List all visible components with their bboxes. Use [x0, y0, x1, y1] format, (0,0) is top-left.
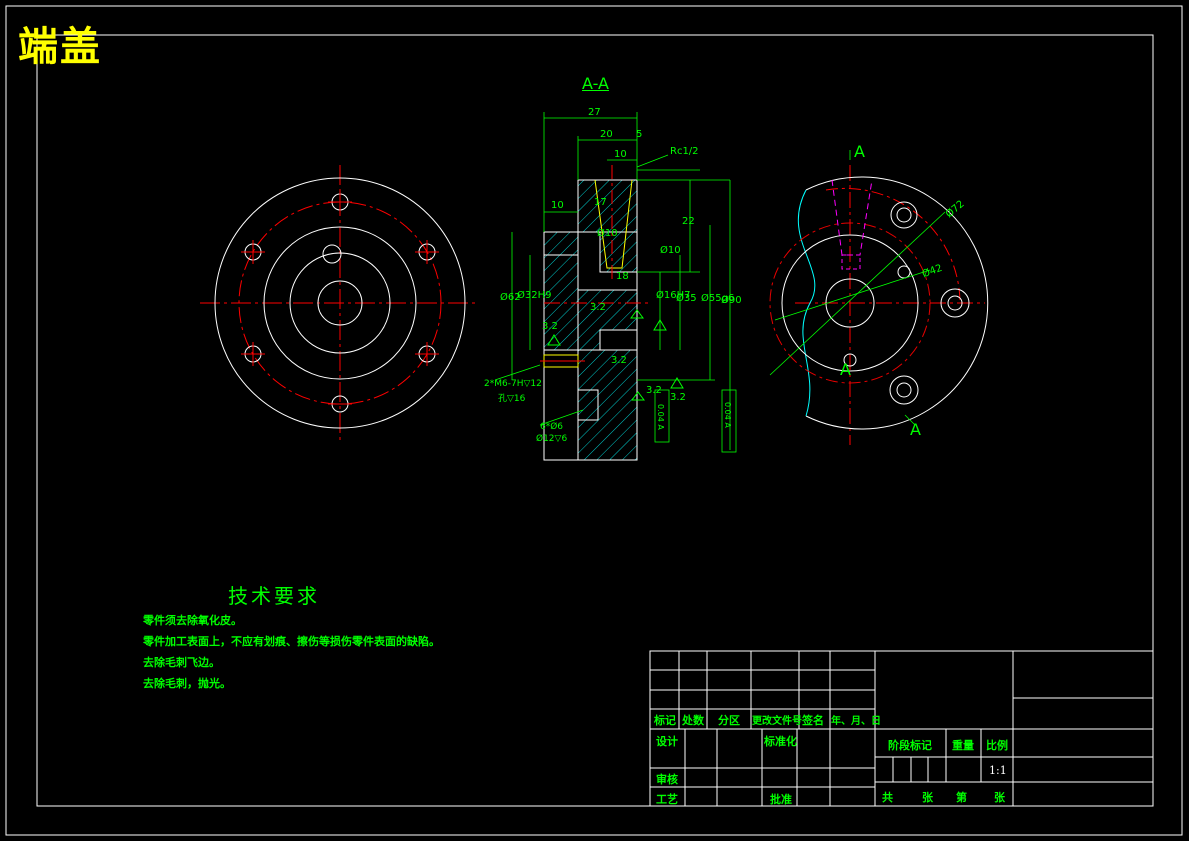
right-view	[769, 150, 989, 445]
roughness-b: 3.2	[590, 302, 606, 313]
dim-phi32: Ø32H9	[517, 290, 552, 301]
tolerance-1: 0.04 A	[656, 404, 665, 430]
tb-zhang2: 张	[994, 791, 1005, 804]
drawing-sheet	[5, 5, 1183, 836]
tech-note: 去除毛刺飞边。	[143, 656, 220, 669]
section-label: A-A	[582, 74, 609, 93]
dim-10-left: 10	[551, 200, 564, 211]
tb-jieduan: 阶段标记	[888, 739, 932, 752]
drawing-title: 端盖	[18, 23, 102, 70]
dim-22: 22	[682, 216, 695, 227]
tech-note: 零件加工表面上，不应有划痕、擦伤等损伤零件表面的缺陷。	[143, 635, 440, 648]
tb-biaoji: 标记	[654, 714, 676, 727]
dim-phi10a: Ø10	[597, 228, 618, 239]
tb-scale: 1:1	[989, 764, 1007, 777]
dim-phi90: Ø90	[721, 295, 742, 306]
view-label-bottom: A	[910, 420, 921, 439]
tolerance-2: 0.04 A	[723, 402, 732, 428]
dim-18: 18	[616, 271, 629, 282]
dim-27: 27	[588, 107, 601, 118]
holes-callout: 6*Ø6	[540, 422, 564, 432]
roughness-d: 3.2	[646, 385, 662, 396]
tb-sheji: 设计	[656, 735, 678, 748]
thread-callout: 2*M6-7H▽12	[484, 379, 542, 389]
tb-pizhun: 批准	[770, 793, 792, 806]
tb-shenhe: 审核	[656, 773, 678, 786]
dim-20: 20	[600, 129, 613, 140]
tech-requirements-list: 零件须去除氧化皮。 零件加工表面上，不应有划痕、擦伤等损伤零件表面的缺陷。 去除…	[143, 613, 440, 697]
title-block	[649, 650, 1154, 807]
dim-rc: Rc1/2	[670, 146, 699, 157]
dim-phi35: Ø35	[676, 293, 697, 304]
tb-gong: 共	[882, 791, 893, 804]
tb-zhongliang: 重量	[952, 739, 974, 752]
tb-bili: 比例	[986, 739, 1008, 752]
tech-requirements-heading: 技术要求	[228, 584, 320, 608]
tb-di: 第	[956, 791, 967, 804]
tech-note: 去除毛刺，抛光。	[143, 677, 231, 690]
view-label-top: A	[854, 142, 865, 161]
holes-callout-depth: Ø12▽6	[536, 434, 568, 444]
front-view	[200, 165, 478, 440]
section-view	[494, 112, 737, 461]
tb-qianming: 签名	[802, 714, 824, 727]
dim-5: 5	[636, 129, 643, 140]
tb-zhang1: 张	[922, 791, 933, 804]
dim-phi10b: Ø10	[660, 245, 681, 256]
tb-gongyi: 工艺	[656, 793, 678, 806]
tb-fenqu: 分区	[718, 714, 740, 727]
tb-riqi: 年、月、日	[831, 716, 881, 727]
roughness-c: 3.2	[611, 355, 627, 366]
tb-biaozhunhua: 标准化	[764, 735, 797, 748]
roughness-a: 3.2	[542, 321, 558, 332]
thread-callout-depth: 孔▽16	[498, 394, 526, 404]
dim-10-top: 10	[614, 149, 627, 160]
tech-note: 零件须去除氧化皮。	[143, 614, 242, 627]
roughness-e: 3.2	[670, 392, 686, 403]
tb-chushu: 处数	[682, 714, 704, 727]
view-label-mid: A	[840, 360, 851, 379]
tb-gengai: 更改文件号	[752, 716, 802, 727]
dim-17: 17	[594, 197, 607, 208]
